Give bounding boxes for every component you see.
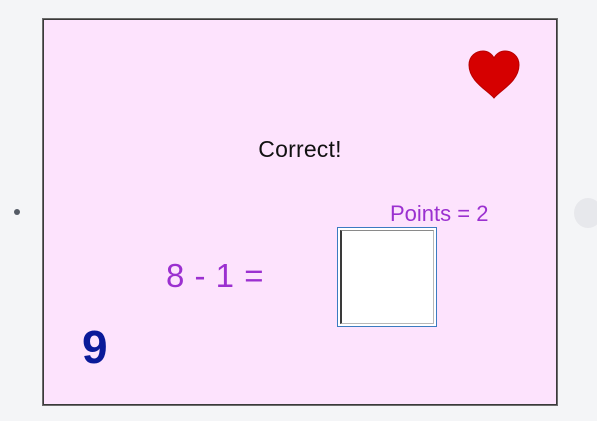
next-arrow-icon[interactable] (574, 198, 597, 228)
heart-icon (468, 50, 520, 99)
answer-input-box[interactable] (337, 227, 437, 327)
math-question: 8 - 1 = (166, 257, 264, 294)
game-panel: Correct! Points = 2 8 - 1 = 9 (43, 19, 557, 405)
score-value: 9 (82, 321, 108, 373)
game-stage: Correct! Points = 2 8 - 1 = 9 (0, 0, 597, 421)
feedback-message: Correct! (258, 136, 342, 162)
nav-dot[interactable] (14, 209, 20, 215)
points-counter: Points = 2 (390, 201, 489, 226)
